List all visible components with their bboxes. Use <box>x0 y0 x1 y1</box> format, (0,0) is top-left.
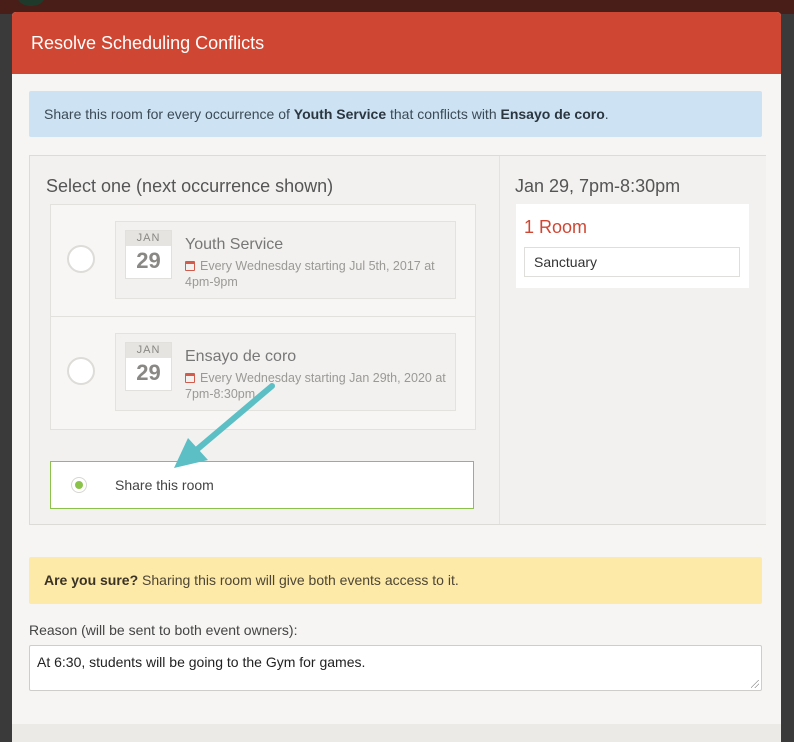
room-card: 1 Room Sanctuary <box>516 204 749 288</box>
radio-button-selected[interactable] <box>71 477 87 493</box>
room-item-sanctuary: Sanctuary <box>524 247 740 277</box>
warning-text: Sharing this room will give both events … <box>138 572 459 588</box>
radio-button[interactable] <box>67 245 95 273</box>
warning-title: Are you sure? <box>44 572 139 588</box>
info-middle: that conflicts with <box>386 106 501 122</box>
info-prefix: Share this room for every occurrence of <box>44 106 294 122</box>
date-badge: JAN 29 <box>125 342 172 391</box>
date-badge: JAN 29 <box>125 230 172 279</box>
info-banner: Share this room for every occurrence of … <box>29 91 762 137</box>
date-month: JAN <box>126 231 171 246</box>
date-day: 29 <box>136 248 161 273</box>
selection-title: Select one (next occurrence shown) <box>46 176 334 196</box>
modal-title: Resolve Scheduling Conflicts <box>12 12 781 74</box>
event-name: Youth Service <box>185 236 284 253</box>
reason-text: At 6:30, students will be going to the G… <box>37 654 366 670</box>
recurrence-text: Every Wednesday starting Jul 5th, 2017 a… <box>185 259 435 289</box>
info-event-b: Ensayo de coro <box>500 106 605 122</box>
reason-label: Reason (will be sent to both event owner… <box>29 622 298 638</box>
resize-handle-icon[interactable] <box>751 680 759 688</box>
reason-textarea[interactable]: At 6:30, students will be going to the G… <box>29 645 762 691</box>
room-count: 1 Room <box>524 217 588 237</box>
radio-button[interactable] <box>67 357 95 385</box>
occurrence-date: Jan 29, 7pm-8:30pm <box>515 176 681 196</box>
date-day: 29 <box>136 360 161 385</box>
radio-dot <box>75 481 83 489</box>
annotation-arrow-icon <box>174 383 275 468</box>
info-event-a: Youth Service <box>293 106 387 122</box>
calendar-icon <box>185 261 195 271</box>
resolve-conflicts-modal: Resolve Scheduling Conflicts Share this … <box>12 12 781 742</box>
option-youth-service[interactable]: JAN 29 Youth Service Every Wednesday sta… <box>51 205 475 317</box>
conflict-panel: Select one (next occurrence shown) JAN 2… <box>29 155 766 525</box>
background-avatar <box>18 0 44 6</box>
date-month: JAN <box>126 343 171 358</box>
occurrence-pane: Jan 29, 7pm-8:30pm 1 Room Sanctuary <box>499 156 766 524</box>
warning-banner: Are you sure? Sharing this room will giv… <box>29 557 762 604</box>
modal-footer <box>12 724 781 742</box>
event-recurrence: Every Wednesday starting Jul 5th, 2017 a… <box>185 258 450 290</box>
event-card: JAN 29 Youth Service Every Wednesday sta… <box>115 221 456 299</box>
info-suffix: . <box>604 106 609 122</box>
event-name: Ensayo de coro <box>185 348 297 365</box>
